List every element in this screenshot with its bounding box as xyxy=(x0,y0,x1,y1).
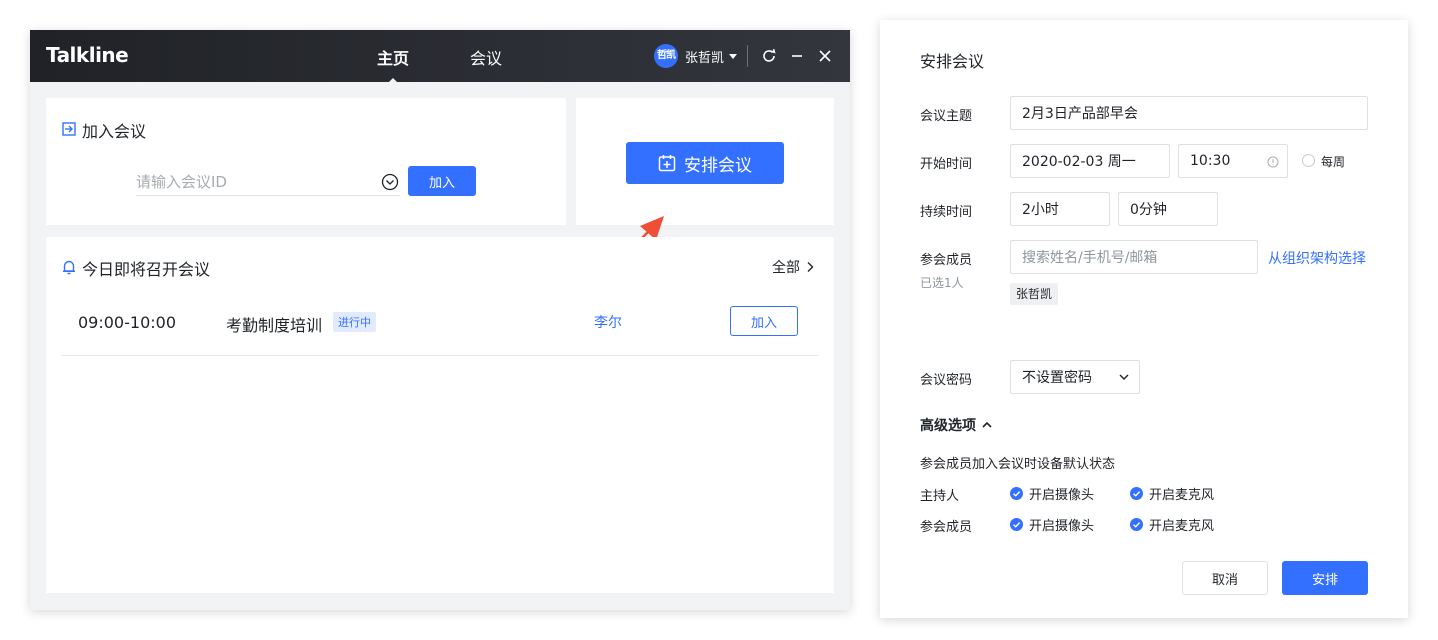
avatar[interactable]: 哲凯 xyxy=(654,44,678,68)
start-date-field[interactable]: 2020-02-03 周一 xyxy=(1010,144,1170,178)
subject-label: 会议主题 xyxy=(920,109,973,124)
attendee-mic-checkbox[interactable]: 开启麦克风 xyxy=(1130,515,1214,534)
view-all-link[interactable]: 全部 xyxy=(772,257,814,277)
user-menu-caret-icon[interactable] xyxy=(729,54,737,59)
advanced-options-label: 高级选项 xyxy=(920,418,976,434)
password-label: 会议密码 xyxy=(920,373,973,388)
start-time-label: 开始时间 xyxy=(920,157,973,172)
user-name[interactable]: 张哲凯 xyxy=(685,47,724,66)
dialog-title: 安排会议 xyxy=(920,52,985,71)
advanced-options-description: 参会成员加入会议时设备默认状态 xyxy=(920,457,1116,472)
meeting-title: 考勤制度培训 xyxy=(226,316,323,335)
clock-icon xyxy=(1267,156,1279,168)
members-search-input[interactable]: 搜索姓名/手机号/邮箱 xyxy=(1010,240,1258,274)
schedule-meeting-card: 安排会议 xyxy=(576,98,834,225)
mic-label: 开启麦克风 xyxy=(1149,519,1215,534)
status-badge: 进行中 xyxy=(333,312,376,332)
join-meeting-button[interactable]: 加入 xyxy=(408,166,476,196)
meeting-host[interactable]: 李尔 xyxy=(594,312,622,332)
host-label: 主持人 xyxy=(920,489,960,504)
member-tag[interactable]: 张哲凯 xyxy=(1010,283,1059,305)
subject-field[interactable]: 2月3日产品部早会 xyxy=(1010,96,1368,130)
minimize-icon[interactable] xyxy=(787,46,807,66)
advanced-options-toggle[interactable]: 高级选项 xyxy=(920,415,992,435)
meeting-row[interactable]: 09:00-10:00 考勤制度培训 进行中 李尔 加入 xyxy=(62,299,818,356)
start-time-value: 10:30 xyxy=(1190,153,1231,169)
password-select[interactable]: 不设置密码 xyxy=(1010,360,1140,394)
org-chart-link[interactable]: 从组织架构选择 xyxy=(1268,248,1366,268)
app-logo: Talkline xyxy=(46,43,129,67)
weekly-label[interactable]: 每周 xyxy=(1321,153,1345,170)
tab-meetings[interactable]: 会议 xyxy=(470,45,502,69)
schedule-meeting-label: 安排会议 xyxy=(684,155,752,176)
chevron-right-icon xyxy=(807,262,814,272)
mic-label: 开启麦克风 xyxy=(1149,488,1215,503)
duration-minutes-field[interactable]: 0分钟 xyxy=(1118,192,1218,226)
meeting-time: 09:00-10:00 xyxy=(78,313,176,332)
weekly-radio[interactable] xyxy=(1302,154,1315,167)
attendee-label: 参会成员 xyxy=(920,520,973,535)
start-time-field[interactable]: 10:30 xyxy=(1178,144,1288,178)
check-circle-icon xyxy=(1010,518,1023,531)
check-circle-icon xyxy=(1010,487,1023,500)
check-circle-icon xyxy=(1130,487,1143,500)
chevron-down-circle-icon[interactable] xyxy=(381,173,399,191)
upcoming-meetings-title: 今日即将召开会议 xyxy=(82,260,211,279)
bell-icon xyxy=(63,260,75,275)
close-icon[interactable] xyxy=(815,46,835,66)
duration-label: 持续时间 xyxy=(920,205,973,220)
calendar-add-icon xyxy=(658,155,676,172)
meeting-join-button[interactable]: 加入 xyxy=(730,306,798,336)
title-bar: Talkline 主页 会议 哲凯 张哲凯 xyxy=(30,30,850,84)
cancel-button[interactable]: 取消 xyxy=(1182,561,1268,595)
members-label: 参会成员 xyxy=(920,253,973,268)
view-all-label: 全部 xyxy=(772,260,800,276)
talkline-app-window: Talkline 主页 会议 哲凯 张哲凯 加入会议 加入 xyxy=(30,30,850,610)
join-meeting-card: 加入会议 加入 xyxy=(46,98,566,225)
camera-label: 开启摄像头 xyxy=(1029,488,1095,503)
chevron-up-icon xyxy=(982,421,992,428)
check-circle-icon xyxy=(1130,518,1143,531)
tab-home[interactable]: 主页 xyxy=(377,45,409,84)
camera-label: 开启摄像头 xyxy=(1029,519,1095,534)
meeting-id-input[interactable] xyxy=(136,168,400,196)
join-meeting-title: 加入会议 xyxy=(82,122,147,141)
schedule-meeting-dialog: 安排会议 会议主题 2月3日产品部早会 开始时间 2020-02-03 周一 1… xyxy=(880,20,1408,618)
password-value: 不设置密码 xyxy=(1022,370,1092,386)
enter-icon xyxy=(62,122,76,136)
schedule-submit-button[interactable]: 安排 xyxy=(1282,561,1368,595)
refresh-icon[interactable] xyxy=(759,46,779,66)
host-mic-checkbox[interactable]: 开启麦克风 xyxy=(1130,484,1214,503)
upcoming-meetings-card: 今日即将召开会议 全部 09:00-10:00 考勤制度培训 进行中 李尔 加入 xyxy=(46,237,834,593)
members-selected-hint: 已选1人 xyxy=(920,276,964,290)
title-bar-divider xyxy=(747,45,748,67)
schedule-meeting-button[interactable]: 安排会议 xyxy=(626,142,784,184)
host-camera-checkbox[interactable]: 开启摄像头 xyxy=(1010,484,1094,503)
attendee-camera-checkbox[interactable]: 开启摄像头 xyxy=(1010,515,1094,534)
chevron-down-icon xyxy=(1119,374,1129,380)
duration-hours-field[interactable]: 2小时 xyxy=(1010,192,1110,226)
